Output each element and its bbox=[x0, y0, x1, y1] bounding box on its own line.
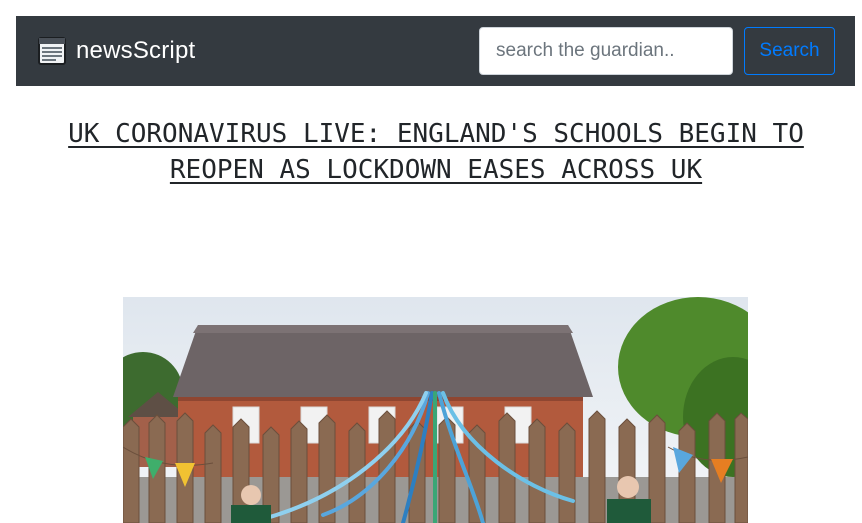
search-button[interactable]: Search bbox=[744, 27, 835, 75]
newspaper-icon bbox=[38, 37, 66, 65]
search-input[interactable] bbox=[479, 27, 733, 75]
navbar: newsScript Search bbox=[16, 16, 855, 86]
brand-name: newsScript bbox=[76, 37, 196, 64]
article-photo bbox=[123, 297, 748, 523]
brand-link[interactable]: newsScript bbox=[38, 16, 195, 86]
article-headline[interactable]: UK CORONAVIRUS LIVE: ENGLAND'S SCHOOLS B… bbox=[60, 116, 812, 188]
